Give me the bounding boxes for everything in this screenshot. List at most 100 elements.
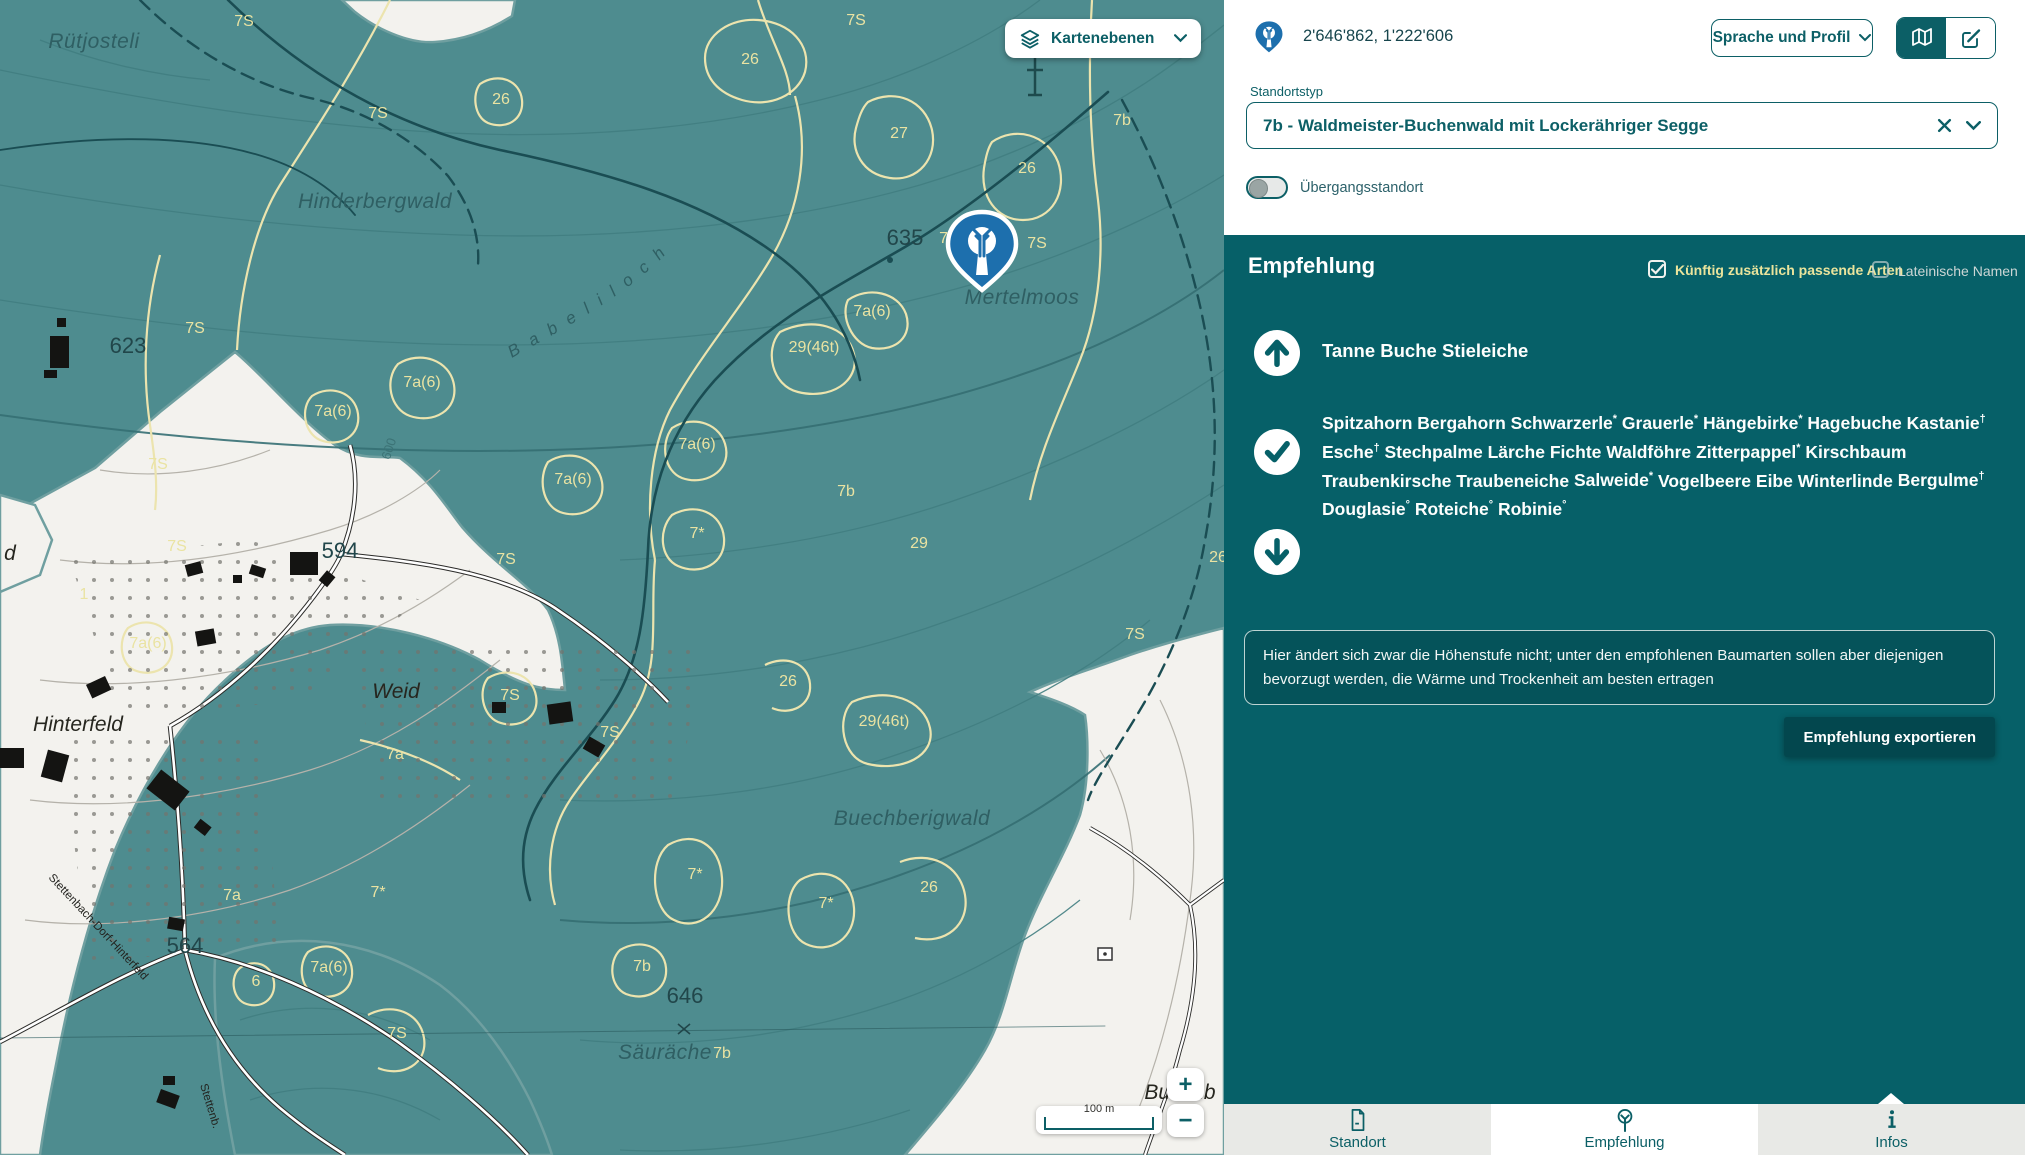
suitable-species-list: Spitzahorn Bergahorn Schwarzerle* Grauer… bbox=[1322, 407, 2002, 522]
scale-label: 100 m bbox=[1046, 1103, 1152, 1115]
svg-text:564: 564 bbox=[167, 933, 204, 958]
empfehlung-title: Empfehlung bbox=[1248, 253, 1375, 279]
svg-text:Rütjosteli: Rütjosteli bbox=[48, 30, 140, 53]
language-profile-button[interactable]: Sprache und Profil bbox=[1711, 19, 1873, 57]
promoted-species-list: Tanne Buche Stieleiche bbox=[1322, 340, 1528, 362]
svg-text:7S: 7S bbox=[148, 456, 168, 473]
map-scalebar: 100 m bbox=[1036, 1106, 1162, 1134]
map-icon bbox=[1910, 26, 1934, 50]
uebergangsstandort-toggle[interactable] bbox=[1246, 176, 1288, 199]
layers-icon bbox=[1019, 28, 1041, 50]
svg-text:7S: 7S bbox=[1125, 626, 1145, 643]
toggle-knob bbox=[1249, 179, 1268, 198]
svg-text:6: 6 bbox=[252, 973, 261, 990]
svg-text:7*: 7* bbox=[370, 884, 385, 901]
panel-header: 2'646'862, 1'222'606 Sprache und Profil bbox=[1224, 0, 2025, 235]
svg-text:27: 27 bbox=[890, 125, 908, 142]
app-logo-pin-icon bbox=[1252, 17, 1286, 57]
close-icon bbox=[1937, 118, 1952, 133]
uebergangsstandort-row: Übergangsstandort bbox=[1246, 176, 1423, 199]
svg-text:26: 26 bbox=[779, 673, 797, 690]
tab-infos-label: Infos bbox=[1875, 1134, 1908, 1151]
arrow-up-circle-icon bbox=[1262, 338, 1292, 368]
svg-text:7a: 7a bbox=[223, 887, 241, 904]
edit-view-button[interactable] bbox=[1946, 18, 1995, 58]
svg-text:7S: 7S bbox=[500, 687, 520, 704]
svg-text:29(46t): 29(46t) bbox=[789, 339, 840, 356]
tab-empfehlung[interactable]: Empfehlung bbox=[1491, 1104, 1758, 1155]
tab-standort-label: Standort bbox=[1329, 1134, 1386, 1151]
svg-text:7S: 7S bbox=[387, 1025, 407, 1042]
export-recommendation-button[interactable]: Empfehlung exportieren bbox=[1784, 717, 1995, 757]
language-profile-label: Sprache und Profil bbox=[1713, 29, 1851, 47]
standortstyp-label: Standortstyp bbox=[1250, 84, 1323, 99]
svg-text:646: 646 bbox=[667, 983, 704, 1008]
svg-text:d: d bbox=[4, 542, 17, 565]
svg-text:7a(6): 7a(6) bbox=[129, 635, 166, 652]
latin-names-checkbox[interactable] bbox=[1872, 261, 1889, 278]
app: Babeliloch 7S267S7S7a(6)7a(6)267S27267b7… bbox=[0, 0, 2025, 1155]
svg-text:7S: 7S bbox=[600, 724, 620, 741]
svg-text:7S: 7S bbox=[846, 12, 866, 29]
standortstyp-select[interactable]: 7b - Waldmeister-Buchenwald mit Lockeräh… bbox=[1246, 102, 1998, 149]
svg-text:7a(6): 7a(6) bbox=[403, 374, 440, 391]
svg-text:7S: 7S bbox=[167, 538, 187, 555]
zoom-in-button[interactable]: + bbox=[1167, 1068, 1204, 1101]
future-species-label: Künftig zusätzlich passende Arten bbox=[1675, 262, 1903, 278]
svg-text:29(46t): 29(46t) bbox=[859, 713, 910, 730]
empfehlung-section: Empfehlung Künftig zusätzlich passende A… bbox=[1224, 235, 2025, 1104]
scale-line: 100 m bbox=[1044, 1117, 1154, 1130]
tab-standort[interactable]: Standort bbox=[1224, 1104, 1491, 1155]
svg-text:7*: 7* bbox=[687, 866, 702, 883]
coordinates-readout: 2'646'862, 1'222'606 bbox=[1303, 27, 1453, 46]
svg-text:Buechberigwald: Buechberigwald bbox=[834, 807, 991, 830]
map-view-button[interactable] bbox=[1897, 18, 1946, 58]
svg-text:7S: 7S bbox=[185, 320, 205, 337]
svg-text:635: 635 bbox=[887, 225, 924, 250]
latin-names-label: Lateinische Namen bbox=[1898, 263, 2018, 279]
tab-empfehlung-label: Empfehlung bbox=[1584, 1134, 1664, 1151]
tab-infos[interactable]: Infos bbox=[1758, 1104, 2025, 1155]
clear-selection-button[interactable] bbox=[1937, 118, 1952, 133]
select-dropdown-button[interactable] bbox=[1966, 121, 1981, 131]
svg-text:26: 26 bbox=[741, 51, 759, 68]
svg-text:26: 26 bbox=[1209, 549, 1224, 566]
svg-text:623: 623 bbox=[110, 333, 147, 358]
svg-text:26: 26 bbox=[492, 91, 510, 108]
svg-text:7S: 7S bbox=[1027, 235, 1047, 252]
svg-text:Weid: Weid bbox=[372, 680, 421, 703]
suitable-species-icon bbox=[1254, 429, 1300, 475]
uebergangsstandort-label: Übergangsstandort bbox=[1300, 180, 1423, 196]
active-tab-notch bbox=[1878, 1093, 1904, 1104]
range-icon bbox=[1098, 948, 1112, 960]
svg-text:7a: 7a bbox=[386, 746, 404, 763]
zoom-out-button[interactable]: − bbox=[1167, 1104, 1204, 1137]
recommendation-note: Hier ändert sich zwar die Höhenstufe nic… bbox=[1244, 630, 1995, 705]
edit-icon bbox=[1959, 26, 1983, 50]
svg-text:7a(6): 7a(6) bbox=[678, 436, 715, 453]
side-panel: 2'646'862, 1'222'606 Sprache und Profil bbox=[1224, 0, 2025, 1155]
map-layers-button[interactable]: Kartenebenen bbox=[1005, 19, 1201, 58]
svg-text:7S: 7S bbox=[496, 551, 516, 568]
promoted-species-icon bbox=[1254, 330, 1300, 376]
chevron-down-icon bbox=[1859, 34, 1871, 42]
arrow-down-circle-icon bbox=[1262, 537, 1292, 567]
info-icon bbox=[1881, 1108, 1903, 1132]
svg-text:7b: 7b bbox=[1113, 112, 1131, 129]
map-canvas[interactable]: Babeliloch 7S267S7S7a(6)7a(6)267S27267b7… bbox=[0, 0, 1224, 1155]
future-species-checkbox[interactable] bbox=[1648, 260, 1666, 278]
check-icon bbox=[1651, 264, 1664, 275]
svg-text:7*: 7* bbox=[818, 895, 833, 912]
not-recommended-species-icon bbox=[1254, 529, 1300, 575]
svg-text:7a(6): 7a(6) bbox=[554, 471, 591, 488]
svg-text:7S: 7S bbox=[368, 105, 388, 122]
export-recommendation-label: Empfehlung exportieren bbox=[1803, 729, 1976, 746]
svg-text:7b: 7b bbox=[633, 958, 651, 975]
svg-text:7a(6): 7a(6) bbox=[314, 403, 351, 420]
map-layers-label: Kartenebenen bbox=[1051, 30, 1164, 48]
map-svg[interactable]: Babeliloch 7S267S7S7a(6)7a(6)267S27267b7… bbox=[0, 0, 1224, 1155]
svg-text:29: 29 bbox=[910, 535, 928, 552]
document-icon bbox=[1347, 1108, 1369, 1132]
svg-text:Hinterfeld: Hinterfeld bbox=[33, 713, 124, 736]
svg-text:Säuräche: Säuräche bbox=[618, 1041, 712, 1064]
